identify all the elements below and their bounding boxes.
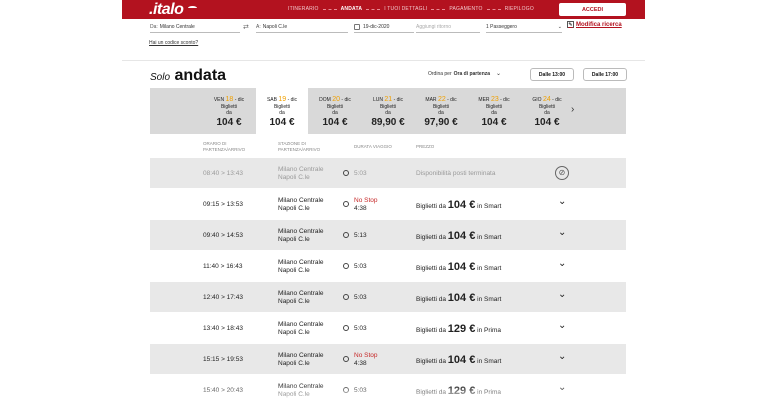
promo-code-link[interactable]: Hai un codice sconto? [149,40,198,46]
page-title: Solo andata [150,67,227,84]
train-row[interactable]: 09:15 > 13:53 Milano Centrale Napoli C.le… [150,189,626,219]
to-value: Napoli C.le [262,23,288,30]
date-field[interactable]: 19-dic-2020 [354,21,414,33]
chevron-down-icon[interactable]: ⌄ [558,258,566,269]
date-cell[interactable]: DOM 20 - dic Biglietti da 104 € [309,88,361,134]
clock-icon [343,232,349,238]
date-cell[interactable]: LUN 21 - dic Biglietti da 89,90 € [362,88,414,134]
step-andata[interactable]: ANDATA [341,6,363,12]
date-cell[interactable]: MAR 22 - dic Biglietti da 97,90 € [415,88,467,134]
date-cell[interactable]: VEN 18 - dic Biglietti da 104 € [203,88,255,134]
search-bar: Da: Milano Centrale ⇄ A: Napoli C.le 19-… [148,21,648,35]
chevron-down-icon[interactable]: ⌄ [558,289,566,300]
clock-icon [343,387,349,393]
train-row: 08:40 > 13:43 Milano Centrale Napoli C.le… [150,158,626,188]
chevron-down-icon: ⌄ [496,71,502,77]
step-pagamento: PAGAMENTO [449,6,483,12]
col-price-header: PREZZO [416,144,435,149]
date-cell[interactable]: GIO 24 - dic Biglietti da 104 € [521,88,573,134]
date-cell[interactable]: MER 23 - dic Biglietti da 104 € [468,88,520,134]
login-button[interactable]: ACCEDI [559,3,626,16]
passengers-field[interactable]: 1 Passeggero ⌄ [486,21,562,33]
swap-icon[interactable]: ⇄ [243,23,249,31]
edit-icon: ✎ [567,21,574,28]
clock-icon [343,356,349,362]
date-cell-selected[interactable]: SAB 19 - dic Biglietti da 104 € [256,88,308,134]
italo-logo[interactable]: .italo [149,1,184,19]
train-row[interactable]: 15:40 > 20:43 Milano Centrale Napoli C.le… [150,375,626,400]
filter-1300-button[interactable]: Dalle 13:00 [530,68,574,81]
unavailable-icon: ⊘ [555,166,569,180]
return-field[interactable]: Aggiungi ritorno [416,21,480,33]
train-row[interactable]: 09:40 > 14:53 Milano Centrale Napoli C.le… [150,220,626,250]
clock-icon [343,294,349,300]
train-row[interactable]: 11:40 > 16:43 Milano Centrale Napoli C.le… [150,251,626,281]
from-field[interactable]: Da: Milano Centrale [150,21,240,33]
date-carousel: VEN 18 - dic Biglietti da 104 € SAB 19 - … [150,88,626,134]
top-bar: .italo ITINERARIO ANDATA I TUOI DETTAGLI… [122,0,645,19]
modify-search-link[interactable]: ✎ Modifica ricerca [567,21,622,28]
chevron-down-icon: ⌄ [557,23,562,30]
chevron-down-icon[interactable]: ⌄ [558,320,566,331]
logo-swoosh-icon [188,6,197,10]
next-dates-arrow-icon[interactable]: › [571,104,574,115]
clock-icon [343,201,349,207]
clock-icon [343,170,349,176]
col-time-header: ORARIO DI PARTENZA/ARRIVO [203,141,246,152]
to-field[interactable]: A: Napoli C.le [256,21,348,33]
clock-icon [343,263,349,269]
filter-1700-button[interactable]: Dalle 17:00 [583,68,627,81]
booking-steps: ITINERARIO ANDATA I TUOI DETTAGLI PAGAME… [288,6,534,12]
chevron-down-icon[interactable]: ⌄ [558,196,566,207]
col-station-header: STAZIONE DI PARTENZA/ARRIVO [278,141,321,152]
from-value: Milano Centrale [159,23,195,30]
calendar-icon [354,23,360,30]
clock-icon [343,325,349,331]
step-itinerario[interactable]: ITINERARIO [288,6,319,12]
sort-dropdown[interactable]: Ordina per Ora di partenza ⌄ [428,70,502,78]
step-dettagli: I TUOI DETTAGLI [384,6,428,12]
col-duration-header: DURATA VIAGGIO [354,144,392,149]
chevron-down-icon[interactable]: ⌄ [558,382,566,393]
train-row[interactable]: 12:40 > 17:43 Milano Centrale Napoli C.le… [150,282,626,312]
chevron-down-icon[interactable]: ⌄ [558,351,566,362]
step-riepilogo: RIEPILOGO [504,6,534,12]
train-row[interactable]: 13:40 > 18:43 Milano Centrale Napoli C.le… [150,313,626,343]
train-row[interactable]: 15:15 > 19:53 Milano Centrale Napoli C.le… [150,344,626,374]
chevron-down-icon[interactable]: ⌄ [558,227,566,238]
